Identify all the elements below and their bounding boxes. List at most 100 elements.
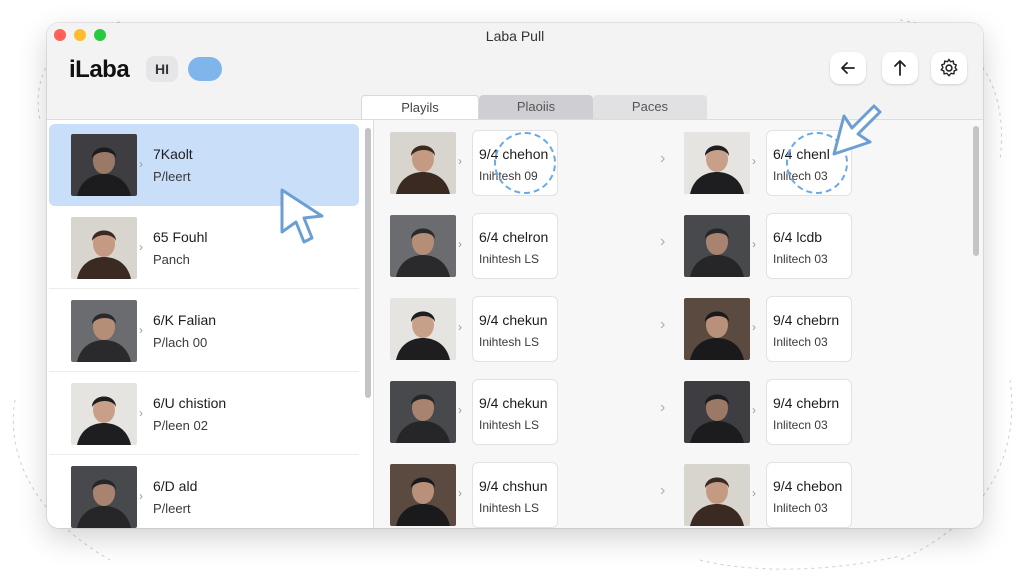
chevron-right-icon[interactable]: › [660, 399, 665, 417]
avatar [390, 298, 456, 360]
arrow-up-icon [894, 60, 906, 76]
grid-cell[interactable]: › 9/4 chekun Inihtesh LS › [374, 286, 665, 366]
avatar [684, 464, 750, 526]
chevron-right-icon: › [139, 157, 143, 171]
settings-button[interactable] [931, 52, 967, 84]
grid-cell[interactable]: › 9/4 chebon Inlitech 03 [668, 452, 958, 528]
chevron-right-icon: › [458, 320, 462, 334]
avatar [684, 381, 750, 443]
avatar [390, 381, 456, 443]
card-title: 6/4 lcdb [773, 229, 823, 245]
pointer-cursor-icon [280, 188, 324, 244]
card-title: 6/4 chelron [479, 229, 549, 245]
list-item[interactable]: › 6/U chistion P/leen 02 [49, 373, 359, 455]
grid-cell[interactable]: › 9/4 chebrn Inlitech 03 [668, 286, 958, 366]
chevron-right-icon: › [752, 403, 756, 417]
list-item-title: 6/U chistion [153, 395, 227, 411]
list-item[interactable]: › 6/K Falian P/lach 00 [49, 290, 359, 372]
left-scrollbar[interactable] [365, 128, 371, 398]
window-title: Laba Pull [485, 28, 545, 44]
grid-cell[interactable]: › 9/4 chekun Inihtesh LS › [374, 369, 665, 449]
card-title: 9/4 chekun [479, 312, 548, 328]
chevron-right-icon[interactable]: › [660, 482, 665, 500]
card-subtitle: Inihtesh LS [479, 252, 540, 266]
chevron-right-icon: › [139, 323, 143, 337]
card-subtitle: Inlitecn 03 [773, 418, 828, 432]
chevron-right-icon: › [752, 237, 756, 251]
list-item-title: 6/K Falian [153, 312, 217, 328]
contact-grid: › 9/4 chehon Inihtesh 09 › › 6/4 chelron Iniht… [374, 120, 983, 528]
chevron-right-icon: › [458, 403, 462, 417]
info-card[interactable]: 9/4 chekun Inihtesh LS [472, 379, 558, 445]
avatar [684, 298, 750, 360]
pointer-cursor-icon [832, 104, 882, 156]
chevron-right-icon: › [752, 320, 756, 334]
chevron-right-icon[interactable]: › [660, 233, 665, 251]
grid-cell[interactable]: › 9/4 chebrn Inlitecn 03 [668, 369, 958, 449]
tab-paces[interactable]: Paces [593, 95, 707, 119]
right-scrollbar[interactable] [973, 126, 979, 256]
logo-mode-button[interactable]: HI [146, 56, 178, 82]
chevron-right-icon: › [458, 486, 462, 500]
info-card[interactable]: 9/4 chebrn Inlitecn 03 [766, 379, 852, 445]
app-window: Laba Pull iLaba HI Playils Plaoiis Paces [47, 23, 983, 528]
card-subtitle: Inihtesh LS [479, 501, 540, 515]
list-item[interactable]: › 6/D ald P/leert [49, 456, 359, 528]
tab-playils[interactable]: Playils [361, 95, 479, 120]
gear-icon [940, 58, 958, 77]
avatar [71, 300, 137, 362]
grid-cell[interactable]: › 6/4 chenl Inlitech 03 [668, 120, 958, 200]
info-card[interactable]: 9/4 chebon Inlitech 03 [766, 462, 852, 528]
avatar [390, 464, 456, 526]
grid-cell[interactable]: › 9/4 chshun Inihtesh LS › [374, 452, 665, 528]
upload-button[interactable] [882, 52, 918, 84]
card-title: 9/4 chebrn [773, 312, 840, 328]
chevron-right-icon[interactable]: › [660, 150, 665, 168]
avatar [71, 134, 137, 196]
grid-cell[interactable]: › 6/4 lcdb Inlitech 03 [668, 203, 958, 283]
chevron-right-icon: › [139, 489, 143, 503]
chevron-right-icon: › [139, 406, 143, 420]
sidebar-list: › 7Kaolt P/leert › 65 Fouhl Panch › 6/K Falian P… [47, 120, 373, 528]
list-item-subtitle: Panch [153, 252, 190, 267]
list-item-title: 6/D ald [153, 478, 198, 494]
list-item-subtitle: P/leert [153, 501, 191, 516]
list-item-subtitle: P/leen 02 [153, 418, 208, 433]
list-item-subtitle: P/leert [153, 169, 191, 184]
avatar [71, 466, 137, 528]
tab-bar: Playils Plaoiis Paces [361, 95, 707, 120]
loading-spinner [494, 132, 556, 194]
chevron-right-icon[interactable]: › [660, 316, 665, 334]
card-title: 9/4 chekun [479, 395, 548, 411]
avatar [71, 383, 137, 445]
info-card[interactable]: 6/4 lcdb Inlitech 03 [766, 213, 852, 279]
avatar [684, 215, 750, 277]
chevron-right-icon: › [458, 154, 462, 168]
chevron-right-icon: › [139, 240, 143, 254]
avatar [684, 132, 750, 194]
info-card[interactable]: 9/4 chebrn Inlitech 03 [766, 296, 852, 362]
chevron-right-icon: › [458, 237, 462, 251]
info-card[interactable]: 9/4 chshun Inihtesh LS [472, 462, 558, 528]
avatar [390, 132, 456, 194]
tab-plaoiis[interactable]: Plaoiis [479, 95, 593, 119]
chevron-right-icon: › [752, 154, 756, 168]
info-card[interactable]: 6/4 chelron Inihtesh LS [472, 213, 558, 279]
list-item-title: 65 Fouhl [153, 229, 208, 245]
avatar [71, 217, 137, 279]
avatar [390, 215, 456, 277]
list-item-title: 7Kaolt [153, 146, 193, 162]
card-subtitle: Inihtesh LS [479, 418, 540, 432]
app-logo: iLaba [69, 56, 130, 83]
list-item-subtitle: P/lach 00 [153, 335, 208, 350]
grid-cell[interactable]: › 6/4 chelron Inihtesh LS › [374, 203, 665, 283]
arrow-left-icon [841, 62, 855, 74]
grid-cell[interactable]: › 9/4 chehon Inihtesh 09 › [374, 120, 665, 200]
card-subtitle: Inlitech 03 [773, 335, 828, 349]
toggle-pill-button[interactable] [188, 57, 222, 81]
back-button[interactable] [830, 52, 866, 84]
chevron-right-icon: › [752, 486, 756, 500]
card-subtitle: Inlitech 03 [773, 501, 828, 515]
info-card[interactable]: 9/4 chekun Inihtesh LS [472, 296, 558, 362]
card-title: 9/4 chshun [479, 478, 548, 494]
